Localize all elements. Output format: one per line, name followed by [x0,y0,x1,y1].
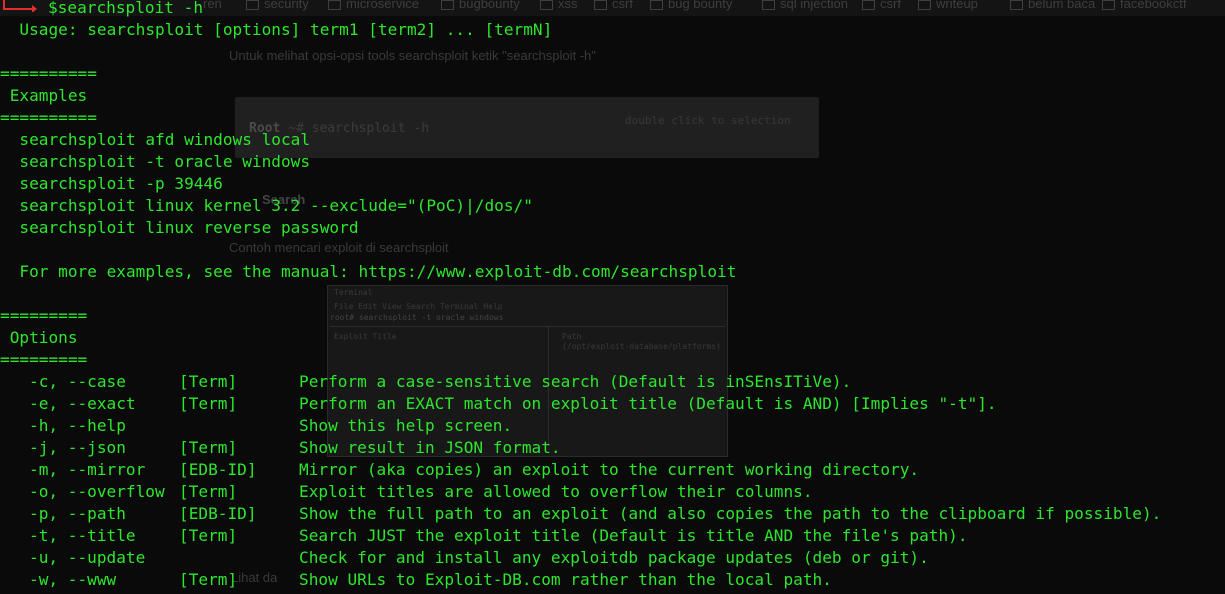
option-arg: [EDB-ID] [179,504,257,523]
option-description: Search JUST the exploit title (Default i… [299,526,968,545]
option-flag: -u, --update [29,548,146,567]
example-line: searchsploit linux kernel 3.2 --exclude=… [0,196,533,215]
option-flag: -t, --title [29,526,136,545]
option-description: Perform a case-sensitive search (Default… [299,372,852,391]
example-line: searchsploit -p 39446 [0,174,223,193]
option-description: Show URLs to Exploit-DB.com rather than … [299,570,832,589]
option-description: Show this help screen. [299,416,513,435]
separator-line: ========= [0,306,88,325]
example-line: searchsploit linux reverse password [0,218,359,237]
option-flag: -m, --mirror [29,460,146,479]
examples-heading: Examples [0,86,88,105]
separator-line: ========== [0,108,97,127]
option-flag: -o, --overflow [29,482,165,501]
separator-line: ========= [0,350,88,369]
prompt-command: $searchsploit -h [48,0,204,17]
option-flag: -w, --www [29,570,117,589]
option-description: Perform an EXACT match on exploit title … [299,394,997,413]
options-heading: Options [0,328,78,347]
usage-line: Usage: searchsploit [options] term1 [ter… [0,20,553,39]
option-description: Exploit titles are allowed to overflow t… [299,482,813,501]
prompt-arrow-icon [3,0,37,12]
option-arg: [Term] [179,570,238,589]
option-arg: [Term] [179,438,238,457]
option-flag: -p, --path [29,504,126,523]
option-description: Check for and install any exploitdb pack… [299,548,929,567]
option-arg: [Term] [179,372,238,391]
option-arg: [Term] [179,482,238,501]
option-flag: -c, --case [29,372,126,391]
option-arg: [Term] [179,526,238,545]
option-description: Mirror (aka copies) an exploit to the cu… [299,460,920,479]
option-flag: -e, --exact [29,394,136,413]
option-arg: [Term] [179,394,238,413]
separator-line: ========== [0,64,97,83]
option-description: Show the full path to an exploit (and al… [299,504,1162,523]
example-line: searchsploit -t oracle windows [0,152,311,171]
option-flag: -j, --json [29,438,126,457]
example-line: searchsploit afd windows local [0,130,311,149]
option-description: Show result in JSON format. [299,438,561,457]
option-flag: -h, --help [29,416,126,435]
more-examples-line: For more examples, see the manual: https… [0,262,737,281]
option-arg: [EDB-ID] [179,460,257,479]
terminal-window[interactable]: $searchsploit -h Usage: searchsploit [op… [0,0,1225,594]
